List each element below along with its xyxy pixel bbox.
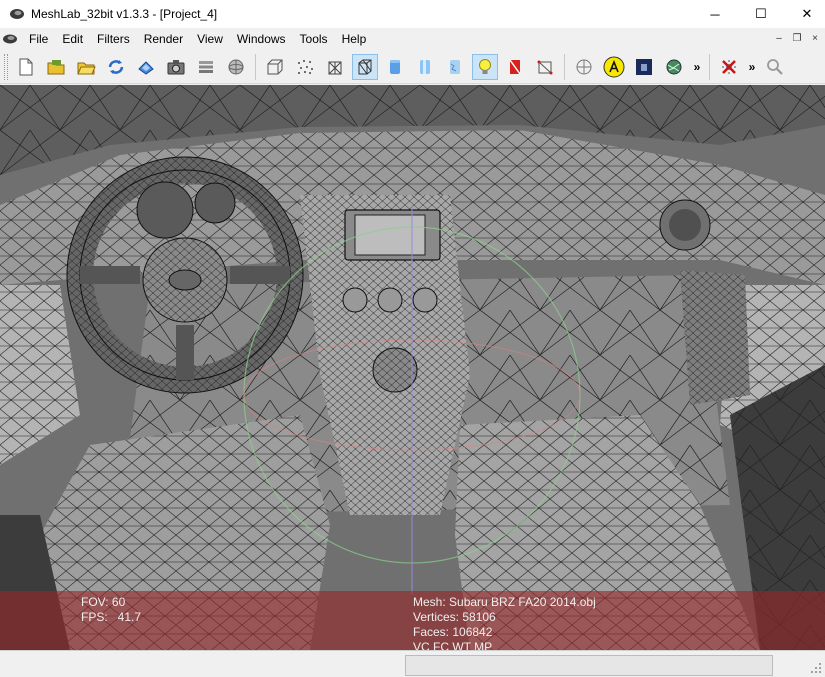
toolbar-separator	[564, 53, 565, 80]
fov-readout: FOV: 60	[81, 595, 126, 609]
faces-count: Faces: 106842	[413, 625, 493, 639]
mdi-restore-button[interactable]: ❐	[789, 32, 805, 46]
open-project-icon[interactable]	[43, 54, 69, 80]
menu-tools[interactable]: Tools	[293, 28, 335, 50]
mdi-minimize-button[interactable]: –	[771, 32, 787, 46]
status-progress-field	[405, 655, 773, 676]
minimize-button[interactable]: ─	[692, 0, 738, 28]
menu-bar: File Edit Filters Render View Windows To…	[0, 28, 825, 50]
menu-file[interactable]: File	[22, 28, 55, 50]
texture-icon[interactable]	[442, 54, 468, 80]
toolbar-overflow-button[interactable]: »	[691, 60, 703, 74]
wireframe-mesh-render[interactable]	[0, 85, 825, 650]
selection-icon[interactable]	[532, 54, 558, 80]
search-icon[interactable]	[762, 54, 788, 80]
window-title: MeshLab_32bit v1.3.3 - [Project_4]	[31, 7, 218, 21]
maximize-button[interactable]: ☐	[738, 0, 784, 28]
layers-icon[interactable]	[193, 54, 219, 80]
flat-shading-icon[interactable]	[382, 54, 408, 80]
toolbar-separator	[255, 53, 256, 80]
annotation-a-icon[interactable]	[601, 54, 627, 80]
reload-icon[interactable]	[103, 54, 129, 80]
mesh-flags: VC FC WT MP	[413, 640, 493, 650]
info-overlay: FOV: 60 FPS: 41.7 Mesh: Subaru BRZ FA20 …	[0, 591, 825, 650]
smooth-shading-icon[interactable]	[412, 54, 438, 80]
color-per-face-icon[interactable]	[502, 54, 528, 80]
light-bulb-icon[interactable]	[472, 53, 498, 80]
fps-readout: FPS: 41.7	[81, 610, 142, 624]
toolbar-grip[interactable]	[4, 53, 8, 80]
save-icon[interactable]	[133, 54, 159, 80]
delete-faces-icon[interactable]	[716, 54, 742, 80]
meshlab-logo-icon	[10, 9, 24, 19]
snapshot-camera-icon[interactable]	[163, 54, 189, 80]
vertices-count: Vertices: 58106	[413, 610, 496, 624]
menu-view[interactable]: View	[190, 28, 230, 50]
menu-help[interactable]: Help	[335, 28, 374, 50]
sphere-icon[interactable]	[223, 54, 249, 80]
points-icon[interactable]	[292, 54, 318, 80]
mesh-viewport[interactable]: FOV: 60 FPS: 41.7 Mesh: Subaru BRZ FA20 …	[0, 85, 825, 650]
mdi-close-button[interactable]: ×	[807, 32, 823, 46]
menu-windows[interactable]: Windows	[230, 28, 293, 50]
document-system-menu-icon[interactable]	[2, 32, 18, 46]
bounding-box-icon[interactable]	[262, 54, 288, 80]
title-bar: MeshLab_32bit v1.3.3 - [Project_4] ─ ☐ ✕	[0, 0, 825, 28]
hidden-lines-icon[interactable]	[352, 53, 378, 80]
main-toolbar: » »	[0, 50, 825, 84]
menu-filters[interactable]: Filters	[90, 28, 137, 50]
status-bar	[0, 650, 825, 677]
menu-render[interactable]: Render	[137, 28, 190, 50]
menu-edit[interactable]: Edit	[55, 28, 90, 50]
close-button[interactable]: ✕	[784, 0, 825, 28]
trackball-icon[interactable]	[571, 54, 597, 80]
texture-ball-icon[interactable]	[661, 54, 687, 80]
wireframe-icon[interactable]	[322, 54, 348, 80]
toolbar-separator	[709, 53, 710, 80]
mdi-controls: – ❐ ×	[771, 28, 825, 50]
raster-icon[interactable]	[631, 54, 657, 80]
mesh-name: Mesh: Subaru BRZ FA20 2014.obj	[413, 595, 596, 609]
resize-grip-icon[interactable]	[807, 659, 823, 675]
open-folder-icon[interactable]	[73, 54, 99, 80]
new-document-icon[interactable]	[13, 54, 39, 80]
toolbar-overflow-button-2[interactable]: »	[746, 60, 758, 74]
